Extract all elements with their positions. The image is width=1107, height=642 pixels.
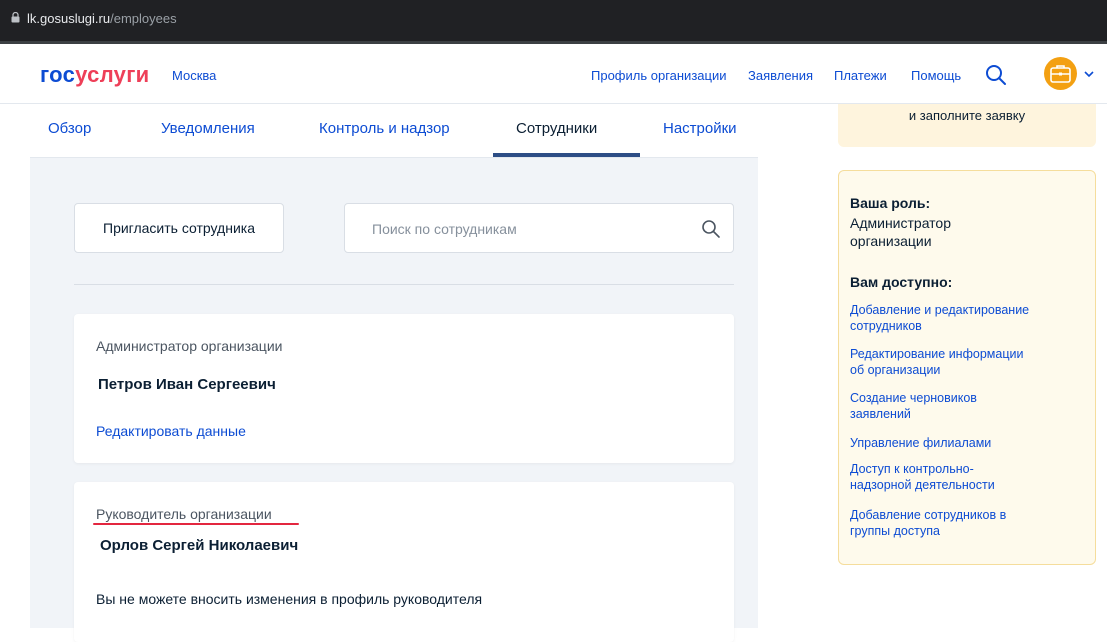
permission-create-drafts[interactable]: Создание черновиков заявлений (850, 390, 1082, 422)
employee-name: Орлов Сергей Николаевич (100, 537, 299, 554)
nav-applications[interactable]: Заявления (748, 68, 813, 83)
invite-employee-button[interactable]: Пригласить сотрудника (74, 203, 284, 253)
nav-help[interactable]: Помощь (911, 68, 961, 83)
role-value-line2: организации (850, 233, 932, 249)
employee-search (344, 203, 734, 253)
employee-search-input[interactable] (372, 218, 692, 240)
tab-settings[interactable]: Настройки (663, 120, 737, 137)
restriction-note: Вы не можете вносить изменения в профиль… (96, 591, 483, 607)
divider (74, 284, 734, 285)
application-notice: и заполните заявку (838, 104, 1096, 147)
permission-control-access[interactable]: Доступ к контрольно-надзорной деятельнос… (850, 461, 1082, 493)
org-avatar[interactable] (1044, 57, 1077, 90)
notice-text: и заполните заявку (908, 108, 1026, 123)
tab-overview[interactable]: Обзор (48, 120, 91, 137)
permission-manage-branches[interactable]: Управление филиалами (850, 435, 1082, 451)
section-tabs: Обзор Уведомления Контроль и надзор Сотр… (30, 104, 758, 158)
active-tab-indicator (493, 153, 640, 157)
permission-add-edit-employees[interactable]: Добавление и редактирование сотрудников (850, 302, 1082, 334)
permission-access-groups[interactable]: Добавление сотрудников в группы доступа (850, 507, 1082, 539)
role-heading: Ваша роль: (850, 195, 931, 211)
employee-card: Руководитель организации Орлов Сергей Ни… (74, 482, 734, 642)
site-header: госуслуги Москва Профиль организации Зая… (0, 44, 1107, 104)
briefcase-icon (1050, 65, 1071, 83)
permission-edit-org-info[interactable]: Редактирование информации об организации (850, 346, 1082, 378)
nav-payments[interactable]: Платежи (834, 68, 887, 83)
url-host: lk.gosuslugi.ru (27, 11, 111, 26)
role-info-box: Ваша роль: Администратор организации Вам… (838, 170, 1096, 565)
tab-employees[interactable]: Сотрудники (516, 120, 597, 137)
url-text[interactable]: lk.gosuslugi.ru/employees (27, 11, 177, 26)
chevron-down-icon[interactable] (1084, 70, 1094, 78)
url-path: /employees (110, 11, 177, 26)
employee-role: Администратор организации (96, 338, 283, 354)
tab-notifications[interactable]: Уведомления (161, 120, 255, 137)
access-heading: Вам доступно: (850, 274, 953, 290)
browser-url-bar: lk.gosuslugi.ru/employees (0, 0, 1107, 44)
search-icon[interactable] (701, 219, 721, 239)
city-selector[interactable]: Москва (172, 68, 216, 83)
employee-name: Петров Иван Сергеевич (98, 376, 276, 393)
search-icon[interactable] (985, 64, 1007, 86)
tab-control[interactable]: Контроль и надзор (319, 120, 450, 137)
employee-role: Руководитель организации (96, 506, 272, 522)
lock-icon (11, 12, 20, 23)
role-value-line1: Администратор (850, 215, 952, 231)
highlight-underline (93, 523, 299, 525)
nav-org-profile[interactable]: Профиль организации (591, 68, 726, 83)
edit-employee-link[interactable]: Редактировать данные (96, 423, 246, 439)
gosuslugi-logo[interactable]: госуслуги (40, 62, 150, 88)
employee-card: Администратор организации Петров Иван Се… (74, 314, 734, 463)
